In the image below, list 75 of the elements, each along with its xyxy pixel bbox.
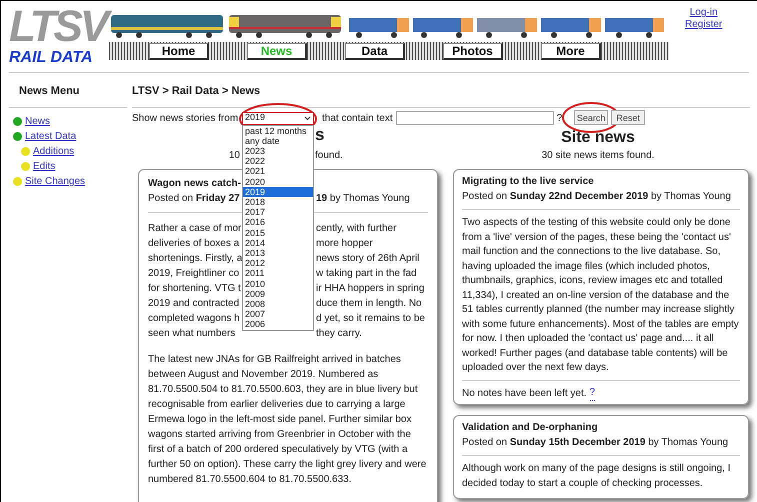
- article-text: shortenings. Firstly, a: [148, 252, 242, 266]
- dropdown-option[interactable]: 2013: [243, 248, 313, 258]
- dropdown-option[interactable]: 2007: [243, 309, 313, 320]
- post-info: Posted on Sunday 22nd December 2019 by Thomas Young: [462, 190, 731, 202]
- breadcrumb: LTSV > Rail Data > News: [132, 85, 260, 97]
- sidebar-link[interactable]: Site Changes: [25, 174, 86, 189]
- sidebar-link[interactable]: News: [25, 114, 50, 129]
- help-link[interactable]: ?: [556, 110, 562, 126]
- dropdown-option[interactable]: 2009: [243, 288, 313, 299]
- help-link[interactable]: ?: [590, 386, 596, 401]
- dropdown-option[interactable]: 2008: [243, 298, 313, 310]
- dropdown-option[interactable]: 2006: [243, 319, 313, 330]
- article-text: Rather a case of mor: [148, 222, 242, 236]
- dropdown-option[interactable]: 2010: [243, 278, 313, 289]
- article-text: for shortening. VTG t: [148, 282, 241, 296]
- dropdown-option[interactable]: 2020: [243, 176, 313, 187]
- article-text: news story of 26th April: [316, 252, 420, 266]
- year-select[interactable]: 2019: [242, 112, 314, 124]
- sidebar-link[interactable]: Additions: [33, 144, 74, 159]
- dropdown-option[interactable]: 2021: [243, 166, 313, 177]
- search-field[interactable]: [396, 111, 554, 125]
- chevron-icon: [304, 116, 311, 120]
- dropdown-option[interactable]: 2016: [243, 217, 313, 228]
- nav-tab[interactable]: Data: [345, 42, 405, 60]
- sidebar-link[interactable]: Edits: [33, 159, 56, 174]
- dropdown-option[interactable]: 2023: [243, 146, 313, 156]
- nav-tab[interactable]: Photos: [443, 42, 503, 60]
- dropdown-option[interactable]: 2018: [243, 196, 313, 208]
- dropdown-option[interactable]: 2012: [243, 258, 313, 268]
- sidebar-title: News Menu: [19, 85, 80, 97]
- filter-label: that contain text: [322, 112, 393, 126]
- dropdown-option[interactable]: 2015: [243, 228, 313, 238]
- post-info: Posted on Sunday 15th December 2019 by Thomas Young: [462, 436, 728, 448]
- post-info: 19 by Thomas Young: [316, 192, 410, 206]
- card-title: Migrating to the live service: [462, 175, 595, 189]
- nav-tab[interactable]: More: [541, 42, 601, 60]
- article-text: 2019, Freightliner co: [148, 267, 240, 281]
- nav-tab[interactable]: Home: [149, 42, 209, 60]
- dropdown-option[interactable]: past 12 months: [243, 126, 313, 136]
- article-text: completed wagons h: [148, 312, 240, 326]
- notes-text: No notes have been left yet.: [462, 386, 587, 400]
- results-count: 10: [228, 148, 240, 162]
- article-text: d yet, so it remains to be: [316, 312, 425, 326]
- article-text: ir HHA hoppers in spring: [316, 282, 424, 296]
- dropdown-option[interactable]: 2022: [243, 156, 313, 166]
- filter-label: Show news stories from: [132, 112, 240, 126]
- dropdown-option[interactable]: 2014: [243, 238, 313, 248]
- article-text: cently, with further: [316, 222, 396, 236]
- results-count: 30 site news items found.: [540, 148, 656, 162]
- article-text: more hopper: [316, 237, 373, 251]
- article-text: w taking part in the fad: [316, 267, 417, 281]
- article-text: duce them in length. No: [316, 297, 422, 311]
- post-info: Posted on Friday 27: [148, 193, 240, 204]
- article-text: The latest new JNAs for GB Railfreight arrived in batches between August and November 2019. Numbered as 81.70.5500.504 to 81.70.5500.603, they are in blue livery but recognisable from earlier deliveries due to carrying a large Ermewa logo in the left-most side panel. Further similar box wagons started arriving from Greenbrier in October with the first of a batch of 200 ordered speculatively by VTG (with a further 50 on option). These carry the light grey livery and were numbered 81.70.5500.604 to 81.70.5500.633.: [148, 353, 428, 487]
- article-text: seen what numbers: [148, 327, 236, 341]
- article-text: they carry.: [316, 327, 362, 341]
- dropdown-option[interactable]: 2019: [243, 186, 313, 197]
- column-heading: s: [315, 124, 324, 146]
- card-title: Wagon news catch-: [148, 177, 241, 191]
- account-link[interactable]: Register: [685, 19, 722, 31]
- results-count: found.: [315, 148, 343, 162]
- form-button[interactable]: Search: [574, 110, 608, 126]
- form-button[interactable]: Reset: [611, 110, 646, 126]
- article-text: Although work on many of the page designs is still ongoing, I decided today to start a couple of checking processes.: [462, 462, 732, 490]
- article-text: 2019 and contracted: [148, 297, 240, 311]
- dropdown-option[interactable]: any date: [243, 136, 313, 146]
- site-name: RAIL DATA: [9, 49, 94, 67]
- dropdown-option[interactable]: 2011: [243, 268, 313, 279]
- card-title: Validation and De-orphaning: [462, 421, 599, 435]
- account-link[interactable]: Log-in: [690, 7, 718, 19]
- article-text: Two aspects of the testing of this website could only be done from a 'live' version of the pages, these being the 'contact us' mail function and the connections to the live database. So, having uploaded the image files (which included photos, thumbnails, graphics, icons, review images etc and totalled 11,334), I created an on-line version of the database and the 51 tables currently planned (the number may increase slightly with some future enhancements). Most of the tables are empty for now. I then uploaded the 'contact us' page and.... it all worked! Further pages (and database table contents) will be uploaded over the next few days.: [462, 216, 740, 375]
- article-text: deliveries of boxes a: [148, 237, 240, 251]
- dropdown-option[interactable]: 2017: [243, 207, 313, 218]
- sidebar-link[interactable]: Latest Data: [25, 129, 76, 144]
- column-heading: Site news: [560, 128, 636, 147]
